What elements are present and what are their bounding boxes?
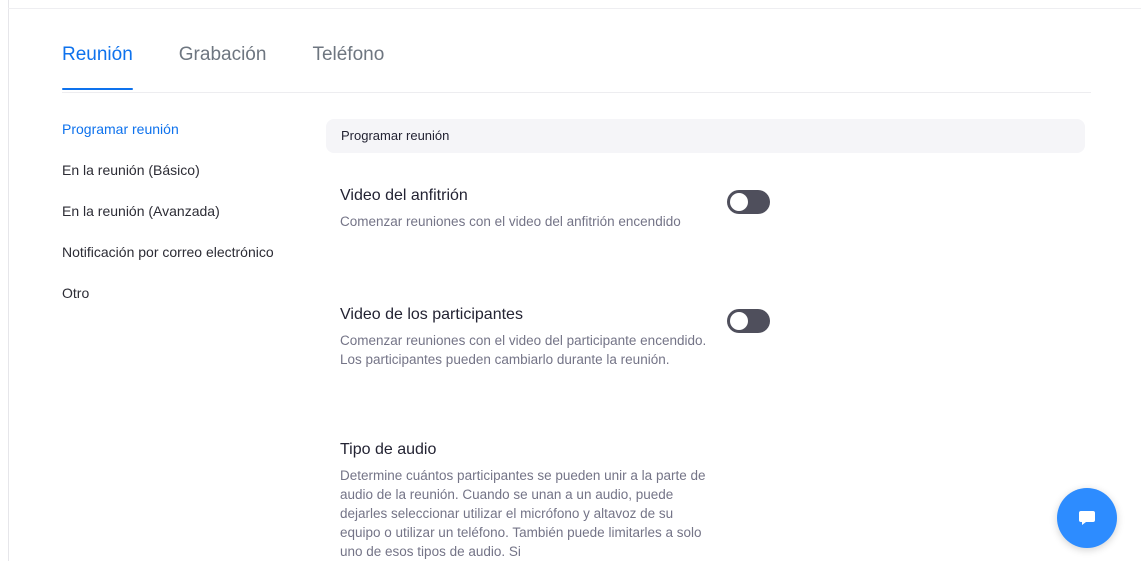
setting-title: Tipo de audio: [340, 441, 437, 458]
setting-title: Video del anfitrión: [340, 187, 468, 204]
tab-telefono[interactable]: Teléfono: [312, 44, 384, 86]
toggle-knob: [730, 193, 748, 211]
sidebar-item-programar-reunion[interactable]: Programar reunión: [62, 121, 312, 162]
settings-page: Reunión Grabación Teléfono Programar reu…: [0, 0, 1141, 561]
sidebar-item-otro[interactable]: Otro: [62, 285, 312, 326]
setting-tipo-audio: Tipo de audio Determine cuántos particip…: [340, 440, 780, 561]
sidebar-item-notificacion-correo[interactable]: Notificación por correo electrónico: [62, 244, 312, 285]
settings-sidebar: Programar reunión En la reunión (Básico)…: [62, 121, 312, 326]
sidebar-item-en-la-reunion-basico[interactable]: En la reunión (Básico): [62, 162, 312, 203]
setting-description: Comenzar reuniones con el video del part…: [340, 333, 707, 367]
frame-border-top: [8, 8, 1141, 9]
section-header: Programar reunión: [326, 119, 1085, 153]
tab-reunion[interactable]: Reunión: [62, 44, 133, 90]
setting-description: Comenzar reuniones con el video del anfi…: [340, 214, 681, 229]
setting-video-anfitrion: Video del anfitrión Comenzar reuniones c…: [340, 186, 780, 231]
chat-bubble-icon: [1079, 511, 1095, 525]
setting-title: Video de los participantes: [340, 306, 523, 323]
toggle-knob: [730, 312, 748, 330]
chat-button[interactable]: [1057, 488, 1117, 548]
setting-description: Determine cuántos participantes se puede…: [340, 468, 706, 559]
setting-video-participantes: Video de los participantes Comenzar reun…: [340, 305, 780, 369]
tabs-divider: [62, 92, 1091, 93]
sidebar-item-en-la-reunion-avanzada[interactable]: En la reunión (Avanzada): [62, 203, 312, 244]
settings-tabs: Reunión Grabación Teléfono: [62, 44, 430, 90]
host-video-toggle[interactable]: [727, 190, 770, 214]
frame-border-left: [8, 0, 9, 561]
tab-grabacion[interactable]: Grabación: [179, 44, 267, 86]
participant-video-toggle[interactable]: [727, 309, 770, 333]
